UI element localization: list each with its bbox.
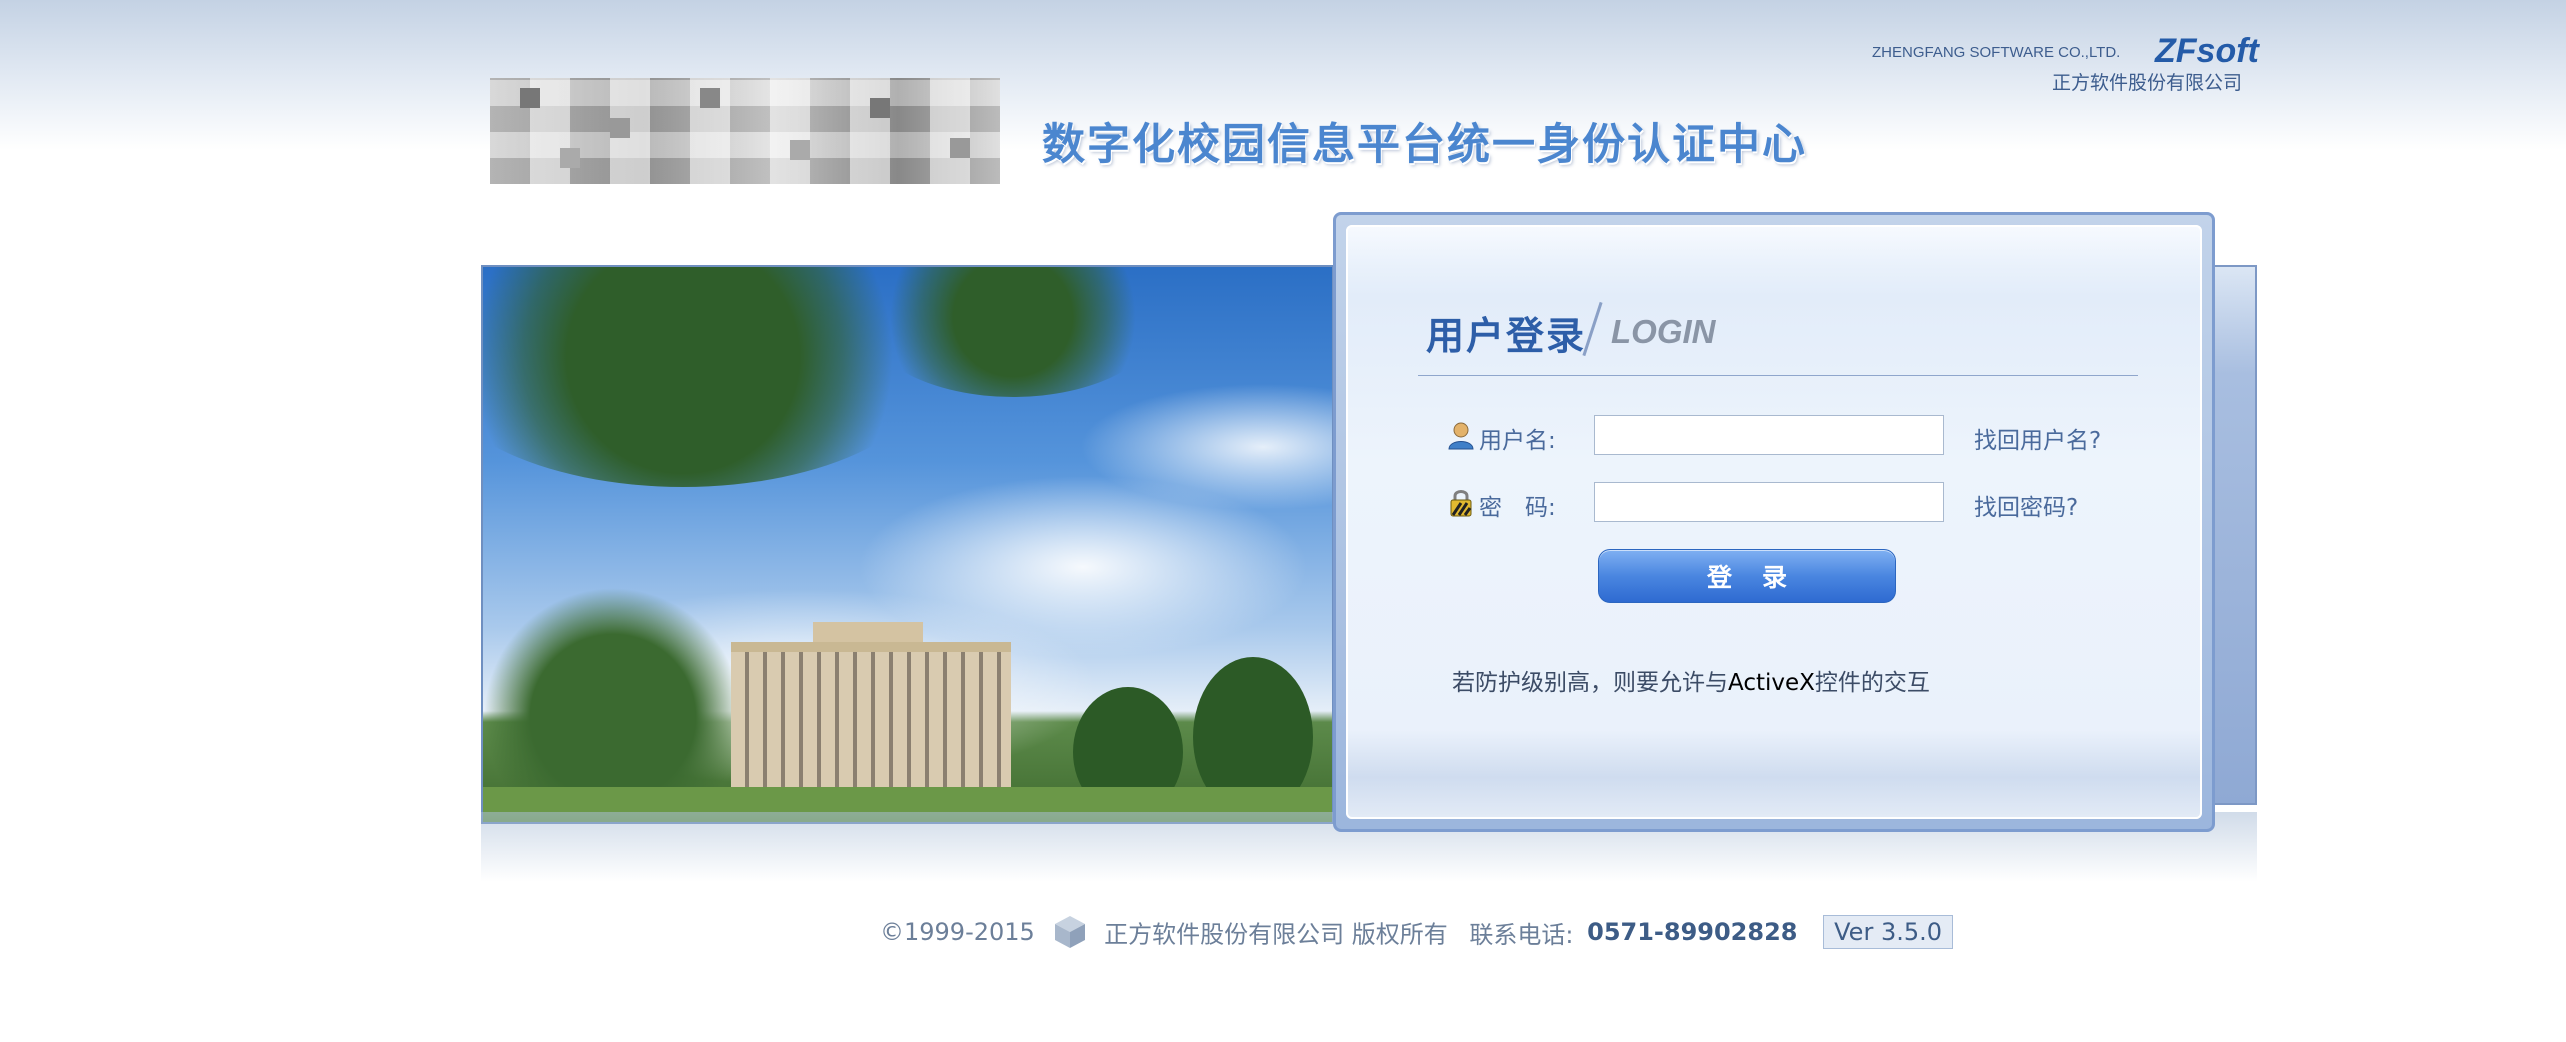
- brand-logo: ZFsoft: [2155, 32, 2259, 70]
- username-input[interactable]: [1594, 415, 1944, 455]
- company-name-en: ZHENGFANG SOFTWARE CO.,LTD.: [1872, 44, 2121, 61]
- copyright-text: ©1999-2015: [880, 918, 1035, 946]
- title-rule: [1418, 375, 2138, 376]
- login-button[interactable]: 登录: [1598, 549, 1896, 603]
- version-badge: Ver 3.5.0: [1823, 915, 1954, 949]
- contact-label: 联系电话:: [1469, 920, 1574, 949]
- login-panel: 用户登录 LOGIN 用户名: 找回用户名? 密 码: 找回密码? 登录 若防护…: [1333, 212, 2215, 832]
- login-subtitle: LOGIN: [1611, 313, 1716, 350]
- password-input[interactable]: [1594, 482, 1944, 522]
- login-title: 用户登录: [1426, 314, 1587, 358]
- footer: ©1999-2015 正方软件股份有限公司 版权所有 联系电话: 0571-89…: [880, 914, 1954, 954]
- campus-photo: [481, 265, 1334, 824]
- school-logo: [490, 78, 1000, 184]
- activex-note: 若防护级别高，则要允许与ActiveX控件的交互: [1452, 663, 1930, 697]
- password-label: 密 码:: [1479, 495, 1556, 521]
- contact-phone: 0571-89902828: [1587, 918, 1798, 946]
- user-icon: [1446, 420, 1476, 450]
- username-label: 用户名:: [1479, 428, 1556, 454]
- cube-logo-icon: [1052, 914, 1088, 950]
- footer-company: 正方软件股份有限公司 版权所有: [1104, 920, 1448, 949]
- recover-password-link[interactable]: 找回密码?: [1974, 488, 2078, 522]
- platform-title: 数字化校园信息平台统一身份认证中心: [1042, 120, 1807, 170]
- lock-icon: [1446, 487, 1476, 517]
- activex-note-highlight: ActiveX: [1728, 670, 1815, 696]
- activex-note-suffix: 控件的交互: [1814, 670, 1930, 696]
- activex-note-prefix: 若防护级别高，则要允许与: [1452, 670, 1728, 696]
- company-name-cn: 正方软件股份有限公司: [2052, 72, 2243, 94]
- recover-username-link[interactable]: 找回用户名?: [1974, 421, 2101, 455]
